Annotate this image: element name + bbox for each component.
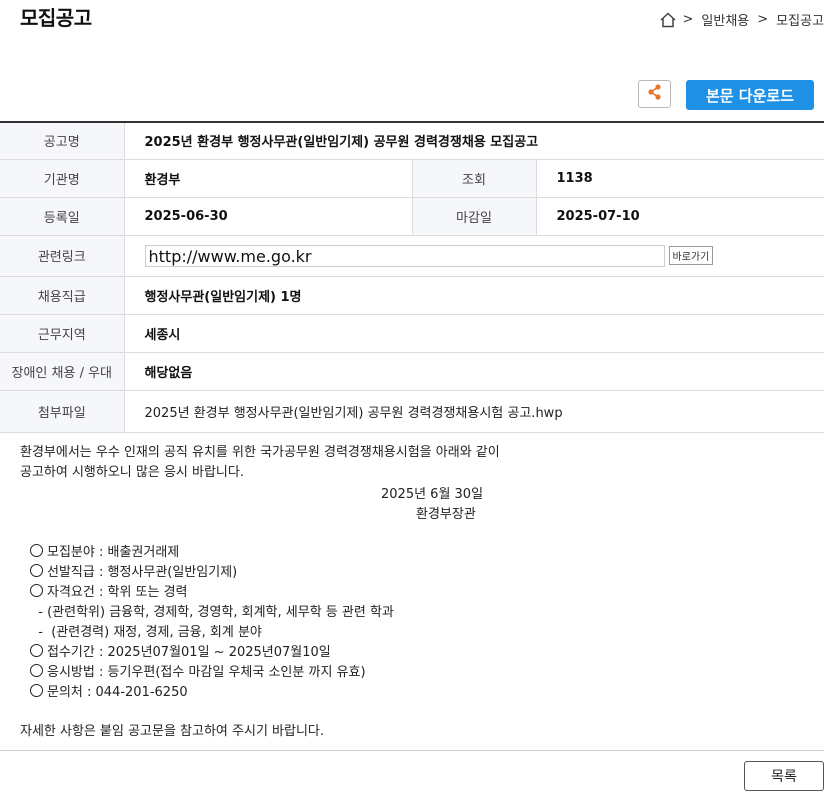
table-row: 장애인 채용 / 우대 해당없음 xyxy=(0,352,824,391)
list-item: - (관련학위) 금융학, 경제학, 경영학, 회계학, 세무학 등 관련 학과 xyxy=(30,605,394,620)
go-button[interactable]: 바로가기 xyxy=(668,246,714,265)
table-row: 근무지역 세종시 xyxy=(0,314,824,353)
circle-bullet-icon xyxy=(30,644,43,657)
list-item: 문의처 : 044-201-6250 xyxy=(30,683,394,703)
intro-line: 환경부에서는 우수 인재의 공직 유치를 위한 국가공무원 경력경쟁채용시험을 … xyxy=(20,445,500,460)
views-value: 1138 xyxy=(536,159,824,198)
table-row: 등록일 2025-06-30 마감일 2025-07-10 xyxy=(0,197,824,236)
home-icon[interactable] xyxy=(659,11,677,29)
attachment-label: 첨부파일 xyxy=(0,390,125,433)
notice-signer: 환경부장관 xyxy=(416,507,476,522)
related-link-label: 관련링크 xyxy=(0,235,125,277)
disability-label: 장애인 채용 / 우대 xyxy=(0,352,125,391)
circle-bullet-icon xyxy=(30,564,43,577)
share-icon xyxy=(646,83,664,105)
breadcrumb-item-recruitment[interactable]: 모집공고 xyxy=(776,10,824,29)
download-button[interactable]: 본문 다운로드 xyxy=(686,80,814,110)
notice-title-label: 공고명 xyxy=(0,122,125,160)
notice-items-list: 모집분야 : 배출권거래제 선발직급 : 행정사무관(일반임기제) 자격요건 :… xyxy=(30,543,394,703)
work-location-value: 세종시 xyxy=(124,314,824,353)
circle-bullet-icon xyxy=(30,684,43,697)
disability-value: 해당없음 xyxy=(124,352,824,391)
circle-bullet-icon xyxy=(30,544,43,557)
breadcrumb: > 일반채용 > 모집공고 xyxy=(659,10,824,29)
list-item: 응시방법 : 등기우편(접수 마감일 우체국 소인분 까지 유효) xyxy=(30,663,394,683)
table-row: 첨부파일 2025년 환경부 행정사무관(일반임기제) 공무원 경력경쟁채용시험… xyxy=(0,390,824,433)
circle-bullet-icon xyxy=(30,664,43,677)
breadcrumb-item-general-hiring[interactable]: 일반채용 xyxy=(701,10,749,29)
views-label: 조회 xyxy=(411,159,537,198)
position-label: 채용직급 xyxy=(0,276,125,315)
list-item: - (관련경력) 재정, 경제, 금융, 회계 분야 xyxy=(30,625,262,640)
breadcrumb-separator: > xyxy=(682,12,694,27)
table-row: 채용직급 행정사무관(일반임기제) 1명 xyxy=(0,276,824,315)
notice-date: 2025년 6월 30일 xyxy=(381,487,484,502)
deadline-label: 마감일 xyxy=(411,197,537,236)
circle-bullet-icon xyxy=(30,584,43,597)
divider xyxy=(0,750,824,751)
agency-value: 환경부 xyxy=(124,159,412,198)
attachment-file-link[interactable]: 2025년 환경부 행정사무관(일반임기제) 공무원 경력경쟁채용시험 공고.h… xyxy=(124,390,824,433)
notice-info-table: 공고명 2025년 환경부 행정사무관(일반임기제) 공무원 경력경쟁채용 모집… xyxy=(0,121,824,433)
registered-date-label: 등록일 xyxy=(0,197,125,236)
breadcrumb-separator: > xyxy=(757,12,769,27)
list-item: 자격요건 : 학위 또는 경력 xyxy=(30,583,394,603)
list-button[interactable]: 목록 xyxy=(744,761,824,791)
notice-title-value: 2025년 환경부 행정사무관(일반임기제) 공무원 경력경쟁채용 모집공고 xyxy=(124,122,824,160)
registered-date-value: 2025-06-30 xyxy=(124,197,412,236)
table-row: 관련링크 http://www.me.go.kr 바로가기 xyxy=(0,235,824,277)
related-link-field[interactable]: http://www.me.go.kr xyxy=(144,244,665,267)
page-title: 모집공고 xyxy=(20,6,92,30)
work-location-label: 근무지역 xyxy=(0,314,125,353)
intro-line: 공고하여 시행하오니 많은 응시 바랍니다. xyxy=(20,465,244,480)
table-row: 기관명 환경부 조회 1138 xyxy=(0,159,824,198)
list-item: 모집분야 : 배출권거래제 xyxy=(30,543,394,563)
list-item: 선발직급 : 행정사무관(일반임기제) xyxy=(30,563,394,583)
share-button[interactable] xyxy=(638,80,671,108)
position-value: 행정사무관(일반임기제) 1명 xyxy=(124,276,824,315)
agency-label: 기관명 xyxy=(0,159,125,198)
notice-intro: 환경부에서는 우수 인재의 공직 유치를 위한 국가공무원 경력경쟁채용시험을 … xyxy=(20,443,500,483)
notice-closing: 자세한 사항은 붙임 공고문을 참고하여 주시기 바랍니다. xyxy=(20,724,325,739)
deadline-value: 2025-07-10 xyxy=(536,197,824,236)
table-row: 공고명 2025년 환경부 행정사무관(일반임기제) 공무원 경력경쟁채용 모집… xyxy=(0,122,824,160)
list-item: 접수기간 : 2025년07월01일 ~ 2025년07월10일 xyxy=(30,643,394,663)
